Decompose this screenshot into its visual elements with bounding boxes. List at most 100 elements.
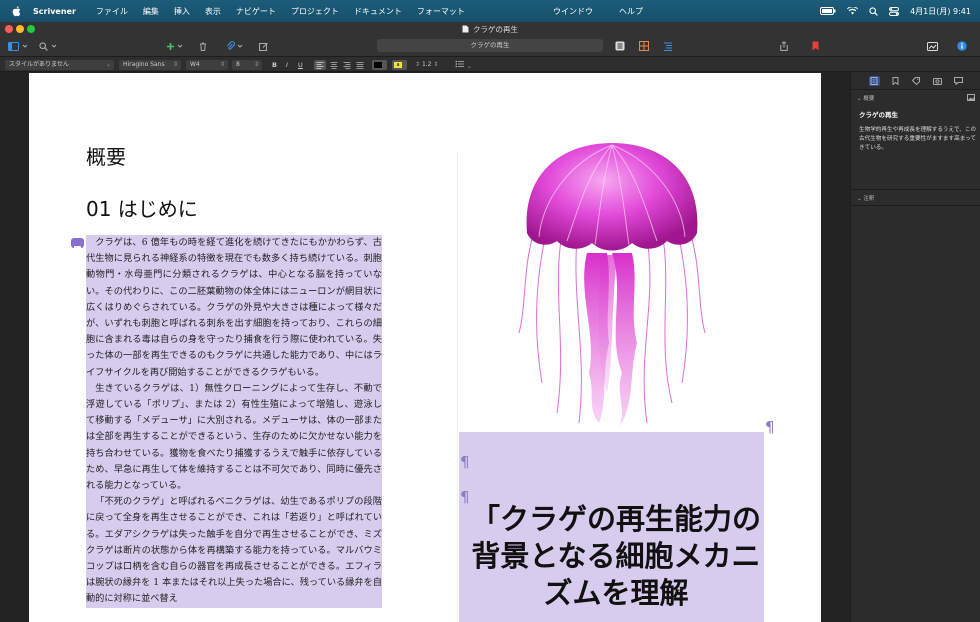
bold-button[interactable]: B — [272, 60, 277, 70]
notes-header[interactable]: ⌄ 注釈 — [857, 194, 874, 202]
body-paragraph[interactable]: 生きているクラゲは、1）無性クローニングによって生存し、不動で浮遊している「ポリ… — [86, 381, 382, 494]
synopsis-header[interactable]: ⌄ 概要 — [857, 94, 874, 102]
chevron-down-icon — [22, 44, 28, 48]
menu-document[interactable]: ドキュメント — [354, 6, 402, 17]
add-document-button[interactable] — [166, 40, 183, 52]
menu-help[interactable]: ヘルプ — [619, 6, 643, 17]
pilcrow-mark: ¶ — [460, 453, 470, 471]
heading-synopsis[interactable]: 概要 — [86, 141, 126, 170]
body-paragraph[interactable]: クラゲは、6 億年もの時を経て進化を続けてきたにもかかわらず、古代生物に見られる… — [86, 235, 382, 381]
notebook-icon — [870, 76, 878, 85]
style-select[interactable]: スタイルがありません ⌄ — [5, 60, 114, 70]
jellyfish-image[interactable] — [507, 133, 717, 433]
stepper-icon: ⇕ — [219, 61, 225, 68]
trash-button[interactable] — [199, 40, 207, 52]
callout-text[interactable]: 「クラゲの再生能力の背景となる細胞メカニズムを理解 — [471, 501, 761, 612]
info-icon — [957, 41, 967, 51]
control-center-icon[interactable] — [889, 6, 900, 16]
body-paragraph[interactable]: 「不死のクラゲ」と呼ばれるベニクラゲは、幼生であるポリプの段階に戻って全身を再生… — [86, 494, 382, 607]
wifi-icon[interactable] — [847, 7, 859, 15]
list-style-button[interactable]: ⌄ — [455, 60, 472, 70]
synopsis-body[interactable]: 生物学的再生や再成長を理解するうえで、この古代生物を研究する重要性がますます高ま… — [859, 126, 977, 153]
menu-format[interactable]: フォーマット — [417, 6, 465, 17]
tab-snapshots[interactable] — [932, 76, 943, 86]
minimize-window-button[interactable] — [16, 25, 24, 33]
font-size-select[interactable]: 8 ⇕ — [232, 60, 262, 70]
line-spacing-select[interactable]: ⇕ 1.2 ⇕ — [415, 60, 438, 70]
document-title-field[interactable]: クラゲの再生 — [377, 39, 603, 52]
inspector-tabs — [851, 72, 980, 90]
compile-button[interactable] — [927, 40, 938, 52]
window-title: クラゲの再生 — [473, 24, 518, 34]
align-left-icon — [316, 62, 324, 69]
share-icon — [780, 41, 788, 51]
menu-app-name[interactable]: Scrivener — [33, 7, 76, 16]
plus-icon — [167, 42, 174, 50]
menu-view[interactable]: 表示 — [205, 6, 221, 17]
search-icon[interactable] — [869, 6, 878, 16]
camera-icon — [932, 77, 942, 85]
close-window-button[interactable] — [5, 25, 13, 33]
menu-insert[interactable]: 挿入 — [174, 6, 190, 17]
align-left-button[interactable] — [314, 60, 326, 70]
menu-file[interactable]: ファイル — [96, 6, 128, 17]
comment-marker[interactable] — [71, 238, 84, 251]
menu-window[interactable]: ウインドウ — [553, 6, 593, 17]
align-justify-icon[interactable] — [354, 60, 366, 70]
font-family-select[interactable]: Hiragino Sans ⇕ — [119, 60, 181, 70]
stepper-icon: ⇕ — [172, 61, 178, 68]
tab-comments[interactable] — [953, 76, 964, 86]
battery-icon[interactable] — [820, 7, 836, 15]
column-divider — [457, 153, 458, 622]
notes-header-label: 注釈 — [863, 196, 875, 202]
search-menu-button[interactable] — [39, 40, 57, 52]
view-mode-document-button[interactable] — [615, 40, 625, 52]
italic-button[interactable]: I — [286, 60, 288, 70]
menu-edit[interactable]: 編集 — [143, 6, 159, 17]
bookmark-outline-icon — [892, 76, 898, 85]
text-color-button[interactable] — [372, 60, 387, 70]
tab-metadata[interactable] — [911, 76, 922, 86]
view-mode-corkboard-button[interactable] — [639, 40, 649, 52]
tab-notes[interactable] — [868, 75, 880, 86]
share-button[interactable] — [780, 40, 788, 52]
line-spacing-icon: ⇕ — [415, 61, 421, 68]
trash-icon — [200, 42, 206, 51]
style-select-value: スタイルがありません — [9, 61, 69, 68]
quick-reference-button[interactable] — [259, 40, 269, 52]
highlight-color-button[interactable]: a — [392, 60, 407, 70]
magnifier-icon — [39, 41, 48, 51]
font-weight-select[interactable]: W4 ⇕ — [186, 60, 228, 70]
menu-bar: Scrivener ファイル 編集 挿入 表示 ナビゲート プロジェクト ドキュ… — [0, 0, 980, 22]
inspector-toggle-button[interactable] — [957, 40, 967, 52]
view-mode-outline-button[interactable] — [663, 40, 673, 52]
bookmark-icon — [812, 41, 819, 51]
menu-project[interactable]: プロジェクト — [291, 6, 339, 17]
heading-introduction[interactable]: 01 はじめに — [86, 193, 198, 222]
image-icon[interactable] — [967, 94, 975, 101]
stepper-icon: ⇕ — [253, 61, 259, 68]
menubar-clock[interactable]: 4月1日(月) 9:41 — [910, 6, 971, 17]
menu-navigate[interactable]: ナビゲート — [236, 6, 276, 17]
body-text[interactable]: クラゲは、6 億年もの時を経て進化を続けてきたにもかかわらず、古代生物に見られる… — [86, 235, 382, 608]
align-right-icon[interactable] — [341, 60, 353, 70]
speech-bubble-icon — [953, 76, 963, 85]
format-bar: スタイルがありません ⌄ Hiragino Sans ⇕ W4 ⇕ 8 ⇕ B … — [0, 56, 980, 72]
font-weight-value: W4 — [190, 61, 200, 68]
chevron-down-icon: ⌄ — [857, 96, 862, 102]
pilcrow-mark: ¶ — [765, 418, 775, 436]
align-center-icon[interactable] — [328, 60, 340, 70]
document-icon — [462, 25, 469, 33]
zoom-window-button[interactable] — [27, 25, 35, 33]
bookmarks-button[interactable] — [812, 40, 819, 52]
editor-page[interactable]: 概要 01 はじめに クラゲは、6 億年もの時を経て進化を続けてきたにもかかわら… — [29, 73, 821, 622]
binder-toggle-button[interactable] — [8, 40, 28, 52]
tab-bookmarks[interactable] — [890, 76, 901, 86]
synopsis-title[interactable]: クラゲの再生 — [859, 109, 898, 119]
inspector-panel: ⌄ 概要 クラゲの再生 生物学的再生や再成長を理解するうえで、この古代生物を研究… — [850, 72, 980, 622]
apple-icon[interactable] — [11, 5, 23, 17]
attachment-button[interactable] — [226, 40, 243, 52]
underline-button[interactable]: U — [298, 60, 303, 70]
document-view-icon — [615, 41, 625, 51]
list-icon — [455, 60, 464, 68]
